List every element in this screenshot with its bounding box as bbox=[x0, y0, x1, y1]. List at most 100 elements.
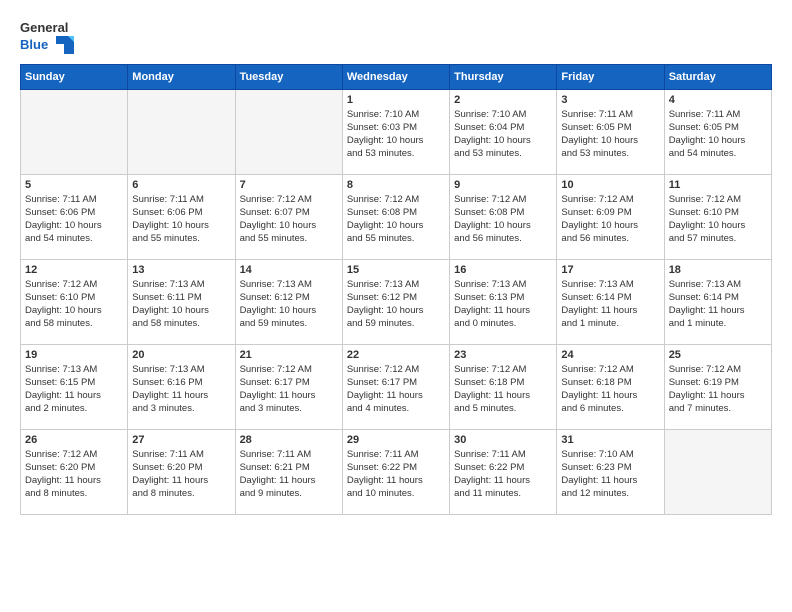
page-header: General Blue bbox=[20, 20, 772, 54]
day-number: 23 bbox=[454, 349, 552, 361]
day-number: 17 bbox=[561, 264, 659, 276]
calendar-day-cell: 29 Sunrise: 7:11 AMSunset: 6:22 PMDayligh… bbox=[342, 429, 449, 514]
day-number: 29 bbox=[347, 434, 445, 446]
day-of-week-header: Saturday bbox=[664, 64, 771, 89]
day-number: 5 bbox=[25, 179, 123, 191]
day-of-week-header: Wednesday bbox=[342, 64, 449, 89]
calendar-day-cell: 22 Sunrise: 7:12 AMSunset: 6:17 PMDayligh… bbox=[342, 344, 449, 429]
calendar-week-row: 26Sunrise: 7:12 AMSunset: 6:20 PMDayligh… bbox=[21, 429, 772, 514]
day-info: Sunrise: 7:11 AMSunset: 6:05 PMDaylight:… bbox=[669, 108, 767, 161]
calendar-week-row: 5 Sunrise: 7:11 AMSunset: 6:06 PMDaylight… bbox=[21, 174, 772, 259]
day-info: Sunrise: 7:11 AMSunset: 6:21 PMDaylight:… bbox=[240, 448, 338, 501]
calendar-day-cell: 28Sunrise: 7:11 AMSunset: 6:21 PMDayligh… bbox=[235, 429, 342, 514]
calendar-day-cell: 16 Sunrise: 7:13 AMSunset: 6:13 PMDayligh… bbox=[450, 259, 557, 344]
calendar-day-cell: 11 Sunrise: 7:12 AMSunset: 6:10 PMDayligh… bbox=[664, 174, 771, 259]
day-info: Sunrise: 7:11 AMSunset: 6:06 PMDaylight:… bbox=[25, 193, 123, 246]
day-number: 31 bbox=[561, 434, 659, 446]
day-info: Sunrise: 7:12 AMSunset: 6:19 PMDaylight:… bbox=[669, 363, 767, 416]
day-info: Sunrise: 7:12 AMSunset: 6:18 PMDaylight:… bbox=[561, 363, 659, 416]
calendar-day-cell bbox=[128, 89, 235, 174]
day-info: Sunrise: 7:12 AMSunset: 6:10 PMDaylight:… bbox=[25, 278, 123, 331]
day-number: 11 bbox=[669, 179, 767, 191]
day-number: 18 bbox=[669, 264, 767, 276]
day-info: Sunrise: 7:11 AMSunset: 6:05 PMDaylight:… bbox=[561, 108, 659, 161]
calendar-table: SundayMondayTuesdayWednesdayThursdayFrid… bbox=[20, 64, 772, 515]
day-info: Sunrise: 7:12 AMSunset: 6:08 PMDaylight:… bbox=[347, 193, 445, 246]
day-number: 19 bbox=[25, 349, 123, 361]
day-info: Sunrise: 7:12 AMSunset: 6:17 PMDaylight:… bbox=[240, 363, 338, 416]
day-of-week-header: Tuesday bbox=[235, 64, 342, 89]
day-number: 2 bbox=[454, 94, 552, 106]
calendar-day-cell: 30 Sunrise: 7:11 AMSunset: 6:22 PMDayligh… bbox=[450, 429, 557, 514]
day-number: 6 bbox=[132, 179, 230, 191]
calendar-week-row: 19 Sunrise: 7:13 AMSunset: 6:15 PMDayligh… bbox=[21, 344, 772, 429]
calendar-day-cell: 10Sunrise: 7:12 AMSunset: 6:09 PMDayligh… bbox=[557, 174, 664, 259]
logo-general: General bbox=[20, 20, 68, 36]
day-number: 20 bbox=[132, 349, 230, 361]
calendar-day-cell: 31 Sunrise: 7:10 AMSunset: 6:23 PMDayligh… bbox=[557, 429, 664, 514]
calendar-day-cell: 5 Sunrise: 7:11 AMSunset: 6:06 PMDaylight… bbox=[21, 174, 128, 259]
day-info: Sunrise: 7:12 AMSunset: 6:09 PMDaylight:… bbox=[561, 193, 659, 246]
day-info: Sunrise: 7:13 AMSunset: 6:16 PMDaylight:… bbox=[132, 363, 230, 416]
day-number: 12 bbox=[25, 264, 123, 276]
calendar-week-row: 1Sunrise: 7:10 AMSunset: 6:03 PMDaylight… bbox=[21, 89, 772, 174]
calendar-day-cell: 2 Sunrise: 7:10 AMSunset: 6:04 PMDaylight… bbox=[450, 89, 557, 174]
day-info: Sunrise: 7:13 AMSunset: 6:12 PMDaylight:… bbox=[240, 278, 338, 331]
day-number: 7 bbox=[240, 179, 338, 191]
day-info: Sunrise: 7:11 AMSunset: 6:20 PMDaylight:… bbox=[132, 448, 230, 501]
day-number: 13 bbox=[132, 264, 230, 276]
day-info: Sunrise: 7:12 AMSunset: 6:17 PMDaylight:… bbox=[347, 363, 445, 416]
calendar-day-cell: 14Sunrise: 7:13 AMSunset: 6:12 PMDayligh… bbox=[235, 259, 342, 344]
day-number: 15 bbox=[347, 264, 445, 276]
calendar-day-cell: 12 Sunrise: 7:12 AMSunset: 6:10 PMDayligh… bbox=[21, 259, 128, 344]
day-number: 8 bbox=[347, 179, 445, 191]
calendar-day-cell: 27 Sunrise: 7:11 AMSunset: 6:20 PMDayligh… bbox=[128, 429, 235, 514]
calendar-day-cell: 1Sunrise: 7:10 AMSunset: 6:03 PMDaylight… bbox=[342, 89, 449, 174]
day-number: 4 bbox=[669, 94, 767, 106]
day-info: Sunrise: 7:11 AMSunset: 6:22 PMDaylight:… bbox=[347, 448, 445, 501]
day-number: 30 bbox=[454, 434, 552, 446]
day-info: Sunrise: 7:10 AMSunset: 6:03 PMDaylight:… bbox=[347, 108, 445, 161]
day-info: Sunrise: 7:13 AMSunset: 6:13 PMDaylight:… bbox=[454, 278, 552, 331]
day-info: Sunrise: 7:12 AMSunset: 6:08 PMDaylight:… bbox=[454, 193, 552, 246]
day-info: Sunrise: 7:10 AMSunset: 6:04 PMDaylight:… bbox=[454, 108, 552, 161]
calendar-header-row: SundayMondayTuesdayWednesdayThursdayFrid… bbox=[21, 64, 772, 89]
day-of-week-header: Friday bbox=[557, 64, 664, 89]
day-info: Sunrise: 7:13 AMSunset: 6:15 PMDaylight:… bbox=[25, 363, 123, 416]
day-info: Sunrise: 7:11 AMSunset: 6:22 PMDaylight:… bbox=[454, 448, 552, 501]
day-number: 24 bbox=[561, 349, 659, 361]
day-number: 16 bbox=[454, 264, 552, 276]
day-info: Sunrise: 7:12 AMSunset: 6:18 PMDaylight:… bbox=[454, 363, 552, 416]
day-number: 21 bbox=[240, 349, 338, 361]
day-info: Sunrise: 7:12 AMSunset: 6:07 PMDaylight:… bbox=[240, 193, 338, 246]
day-number: 25 bbox=[669, 349, 767, 361]
calendar-day-cell: 9 Sunrise: 7:12 AMSunset: 6:08 PMDaylight… bbox=[450, 174, 557, 259]
day-info: Sunrise: 7:13 AMSunset: 6:11 PMDaylight:… bbox=[132, 278, 230, 331]
day-of-week-header: Sunday bbox=[21, 64, 128, 89]
day-info: Sunrise: 7:10 AMSunset: 6:23 PMDaylight:… bbox=[561, 448, 659, 501]
calendar-day-cell: 26Sunrise: 7:12 AMSunset: 6:20 PMDayligh… bbox=[21, 429, 128, 514]
calendar-day-cell: 13 Sunrise: 7:13 AMSunset: 6:11 PMDayligh… bbox=[128, 259, 235, 344]
day-info: Sunrise: 7:13 AMSunset: 6:14 PMDaylight:… bbox=[669, 278, 767, 331]
day-number: 9 bbox=[454, 179, 552, 191]
day-number: 27 bbox=[132, 434, 230, 446]
day-number: 22 bbox=[347, 349, 445, 361]
day-info: Sunrise: 7:12 AMSunset: 6:10 PMDaylight:… bbox=[669, 193, 767, 246]
calendar-day-cell: 8 Sunrise: 7:12 AMSunset: 6:08 PMDaylight… bbox=[342, 174, 449, 259]
day-info: Sunrise: 7:11 AMSunset: 6:06 PMDaylight:… bbox=[132, 193, 230, 246]
calendar-day-cell: 17Sunrise: 7:13 AMSunset: 6:14 PMDayligh… bbox=[557, 259, 664, 344]
calendar-day-cell: 18 Sunrise: 7:13 AMSunset: 6:14 PMDayligh… bbox=[664, 259, 771, 344]
day-number: 3 bbox=[561, 94, 659, 106]
calendar-day-cell: 4 Sunrise: 7:11 AMSunset: 6:05 PMDaylight… bbox=[664, 89, 771, 174]
calendar-day-cell bbox=[664, 429, 771, 514]
calendar-day-cell: 25 Sunrise: 7:12 AMSunset: 6:19 PMDayligh… bbox=[664, 344, 771, 429]
logo: General Blue bbox=[20, 20, 74, 54]
calendar-day-cell bbox=[235, 89, 342, 174]
day-of-week-header: Thursday bbox=[450, 64, 557, 89]
calendar-day-cell: 21 Sunrise: 7:12 AMSunset: 6:17 PMDayligh… bbox=[235, 344, 342, 429]
calendar-day-cell: 7 Sunrise: 7:12 AMSunset: 6:07 PMDaylight… bbox=[235, 174, 342, 259]
calendar-day-cell: 3 Sunrise: 7:11 AMSunset: 6:05 PMDaylight… bbox=[557, 89, 664, 174]
calendar-day-cell: 6 Sunrise: 7:11 AMSunset: 6:06 PMDaylight… bbox=[128, 174, 235, 259]
day-info: Sunrise: 7:13 AMSunset: 6:12 PMDaylight:… bbox=[347, 278, 445, 331]
calendar-day-cell: 24 Sunrise: 7:12 AMSunset: 6:18 PMDayligh… bbox=[557, 344, 664, 429]
